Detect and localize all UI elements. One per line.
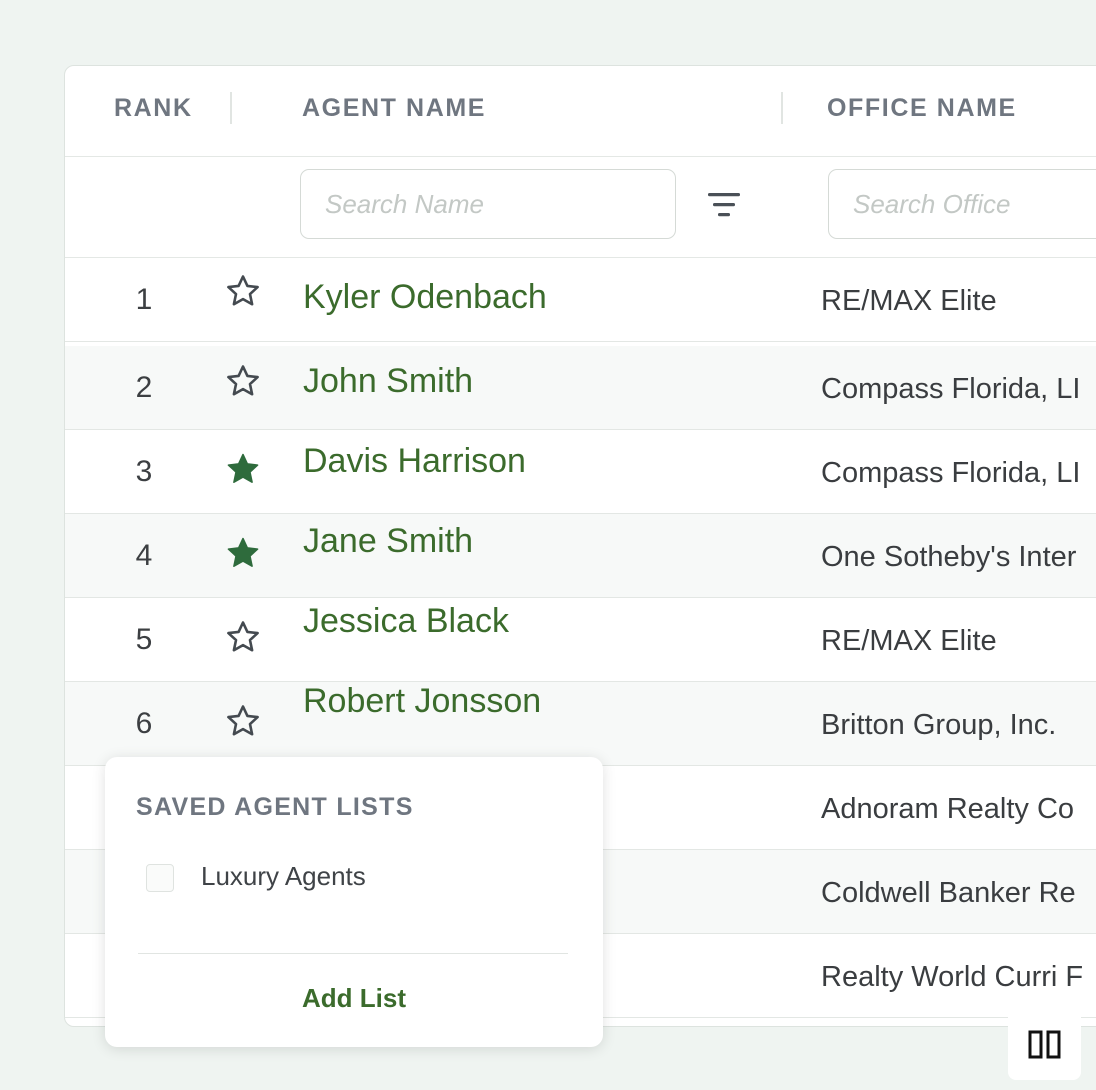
table-row[interactable]: 4 Jane Smith One Sotheby's Inter xyxy=(65,514,1096,598)
column-header-agent-name[interactable]: AGENT NAME xyxy=(302,66,486,156)
office-name-cell: Adnoram Realty Co xyxy=(821,793,1075,825)
column-header-rank[interactable]: RANK xyxy=(114,66,193,156)
search-office-input[interactable] xyxy=(828,169,1096,239)
table-header: RANK AGENT NAME OFFICE NAME xyxy=(65,66,1096,157)
office-name-cell: Britton Group, Inc. xyxy=(821,709,1057,741)
star-outline-icon[interactable] xyxy=(223,702,263,742)
agent-name-link[interactable]: Jane Smith xyxy=(303,502,473,585)
filter-row xyxy=(65,157,1096,258)
office-name-cell: One Sotheby's Inter xyxy=(821,541,1077,573)
rank-cell: 5 xyxy=(135,623,153,656)
saved-agent-lists-popup: SAVED AGENT LISTS Luxury Agents Add List xyxy=(105,757,603,1047)
popup-title: SAVED AGENT LISTS xyxy=(136,793,414,821)
table-row[interactable]: 5 Jessica Black RE/MAX Elite xyxy=(65,598,1096,682)
column-separator[interactable] xyxy=(230,92,232,124)
column-header-office-name[interactable]: OFFICE NAME xyxy=(827,66,1017,156)
office-name-cell: RE/MAX Elite xyxy=(821,625,997,657)
rank-cell: 3 xyxy=(135,455,153,488)
list-checkbox-luxury-agents[interactable] xyxy=(146,864,174,892)
divider xyxy=(138,953,568,954)
agent-name-link[interactable]: Kyler Odenbach xyxy=(303,258,547,341)
rank-cell: 4 xyxy=(135,539,153,572)
office-name-cell: Coldwell Banker Re xyxy=(821,877,1076,909)
star-filled-icon[interactable] xyxy=(223,450,263,490)
column-separator[interactable] xyxy=(781,92,783,124)
table-row[interactable]: 1 Kyler Odenbach RE/MAX Elite xyxy=(65,258,1096,342)
star-outline-icon[interactable] xyxy=(223,618,263,658)
list-label-luxury-agents[interactable]: Luxury Agents xyxy=(201,861,366,892)
office-name-cell: RE/MAX Elite xyxy=(821,285,997,317)
star-outline-icon[interactable] xyxy=(223,272,263,312)
filter-lines-icon[interactable] xyxy=(701,185,747,225)
table-row[interactable]: 6 Robert Jonsson Britton Group, Inc. xyxy=(65,682,1096,766)
pause-icon xyxy=(1028,1030,1061,1059)
agent-name-link[interactable]: John Smith xyxy=(303,342,473,425)
office-name-cell: Compass Florida, LI xyxy=(821,373,1081,405)
rank-cell: 1 xyxy=(135,283,153,316)
table-row[interactable]: 2 John Smith Compass Florida, LI xyxy=(65,346,1096,430)
rank-cell: 2 xyxy=(135,371,153,404)
office-name-cell: Compass Florida, LI xyxy=(821,457,1081,489)
add-list-button[interactable]: Add List xyxy=(105,983,603,1014)
search-name-input[interactable] xyxy=(300,169,676,239)
star-filled-icon[interactable] xyxy=(223,534,263,574)
pause-button[interactable] xyxy=(1008,1006,1081,1080)
agent-name-link[interactable]: Jessica Black xyxy=(303,582,509,665)
table-row[interactable]: 3 Davis Harrison Compass Florida, LI xyxy=(65,430,1096,514)
star-outline-icon[interactable] xyxy=(223,362,263,402)
office-name-cell: Realty World Curri F xyxy=(821,961,1084,993)
agent-name-link[interactable]: Davis Harrison xyxy=(303,422,526,505)
agent-name-link[interactable]: Robert Jonsson xyxy=(303,662,541,745)
rank-cell: 6 xyxy=(135,707,153,740)
